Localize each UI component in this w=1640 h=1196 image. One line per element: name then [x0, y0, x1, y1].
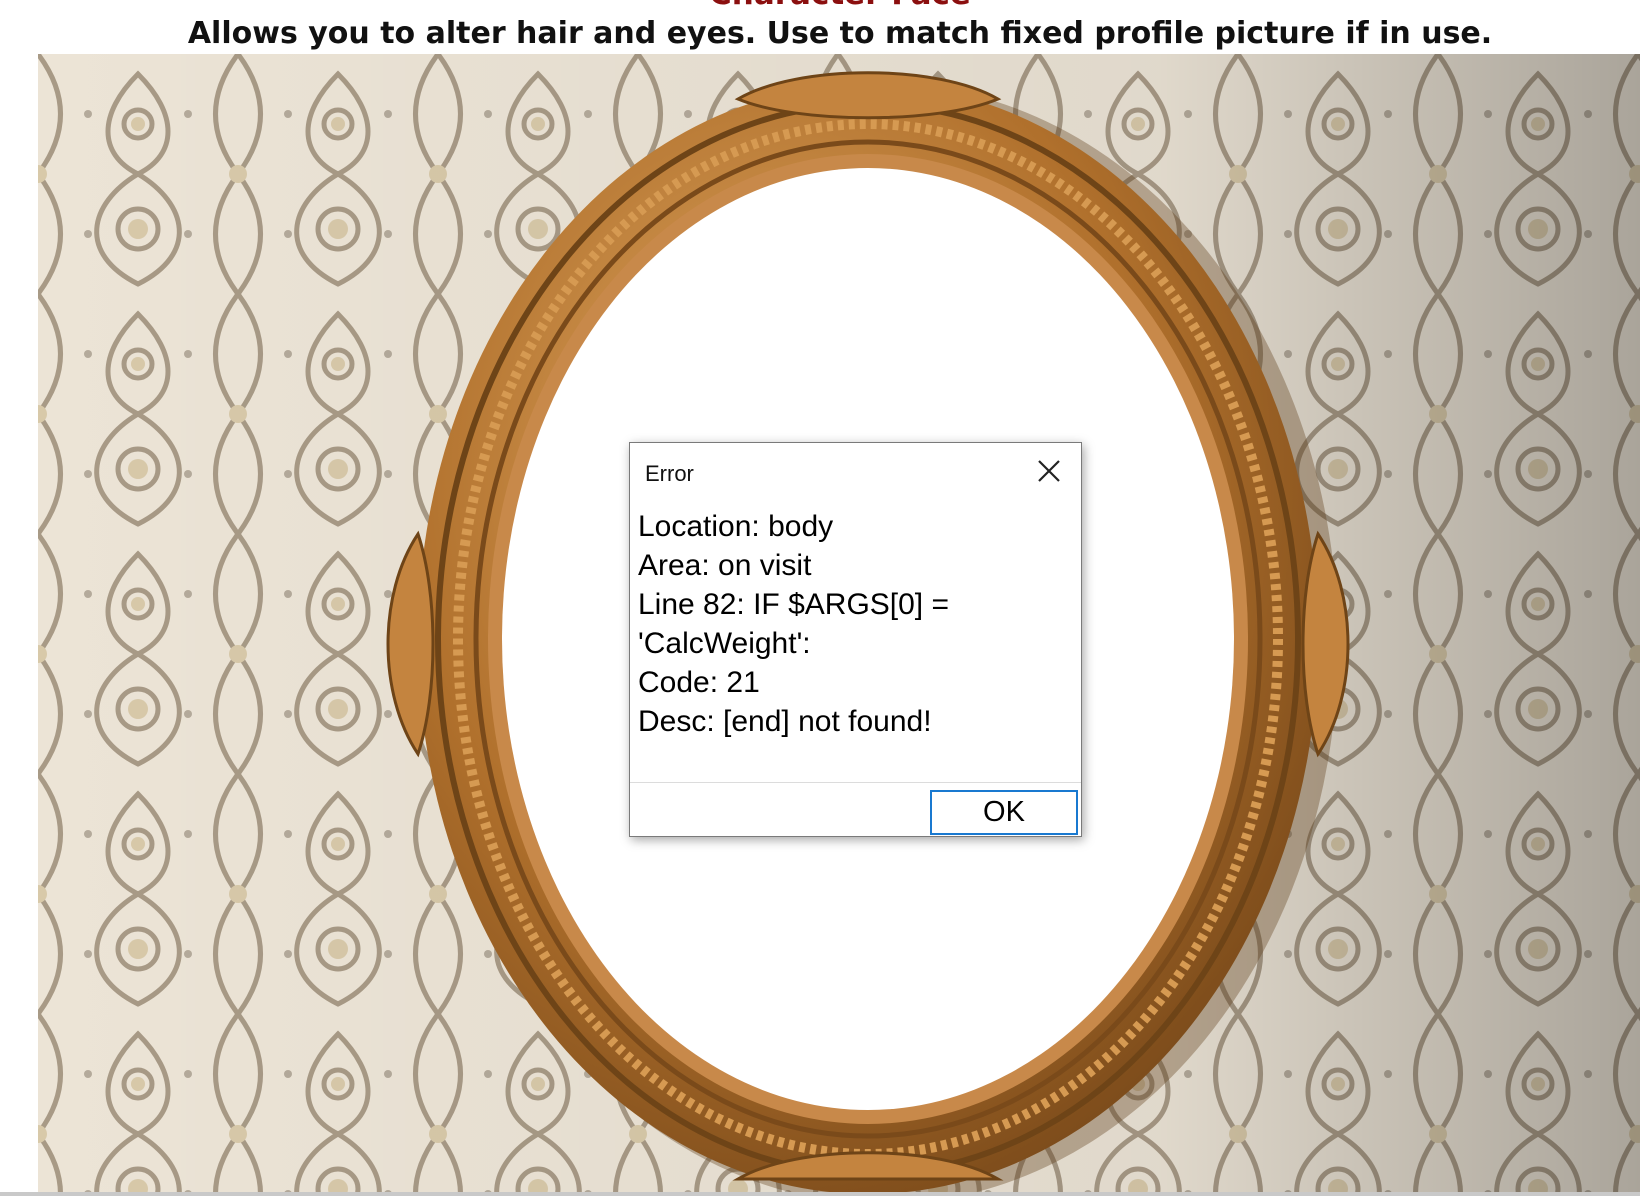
error-dialog: Error Location: body Area: on visit Line… [629, 442, 1082, 837]
error-line-area: Area: on visit [638, 549, 812, 582]
game-screen: Character Face Allows you to alter hair … [0, 0, 1640, 1196]
bottom-divider [0, 1192, 1640, 1196]
error-line-code: Code: 21 [638, 666, 760, 699]
ok-button[interactable]: OK [930, 790, 1078, 835]
error-line-statement-cont: 'CalcWeight': [638, 627, 811, 660]
close-icon[interactable] [1035, 457, 1063, 485]
error-line-statement: Line 82: IF $ARGS[0] = [638, 588, 950, 621]
error-line-desc: Desc: [end] not found! [638, 705, 932, 738]
page-subtitle: Allows you to alter hair and eyes. Use t… [187, 16, 1493, 51]
page-title: Character Face [0, 0, 1640, 12]
dialog-title: Error [645, 461, 694, 486]
error-message: Location: body Area: on visit Line 82: I… [638, 507, 1068, 741]
error-line-location: Location: body [638, 510, 834, 543]
dialog-separator [630, 782, 1081, 783]
